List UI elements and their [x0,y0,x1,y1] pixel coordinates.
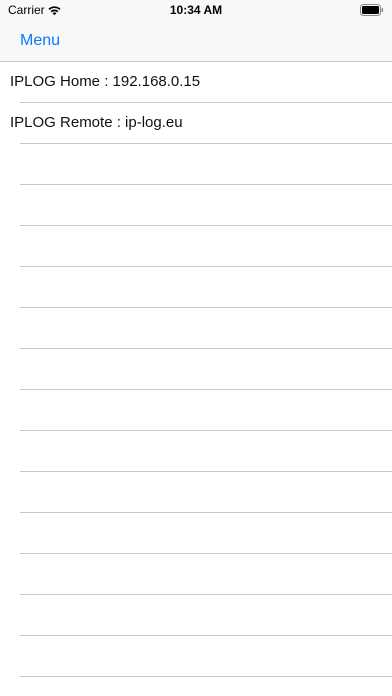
empty-row [0,636,392,677]
empty-row [0,554,392,595]
battery-icon [360,4,384,16]
empty-row [0,431,392,472]
ip-list-table[interactable]: IPLOG Home : 192.168.0.15 IPLOG Remote :… [0,62,392,696]
empty-row [0,267,392,308]
empty-row [0,144,392,185]
screen: Carrier 10:34 AM Menu IPLOG Home : 192.1… [0,0,392,696]
empty-row [0,308,392,349]
empty-row [0,185,392,226]
list-item[interactable]: IPLOG Remote : ip-log.eu [0,103,392,144]
navigation-bar: Menu [0,20,392,62]
empty-row [0,513,392,554]
empty-row [0,472,392,513]
menu-back-button[interactable]: Menu [20,31,60,51]
list-item-label: IPLOG Home : 192.168.0.15 [10,73,201,90]
empty-row [0,595,392,636]
status-bar: Carrier 10:34 AM [0,0,392,20]
empty-row [0,390,392,431]
status-time: 10:34 AM [169,3,223,17]
row-separator [20,676,392,677]
list-item[interactable]: IPLOG Home : 192.168.0.15 [0,62,392,103]
empty-row [0,349,392,390]
empty-row [0,226,392,267]
list-item-label: IPLOG Remote : ip-log.eu [10,114,183,131]
